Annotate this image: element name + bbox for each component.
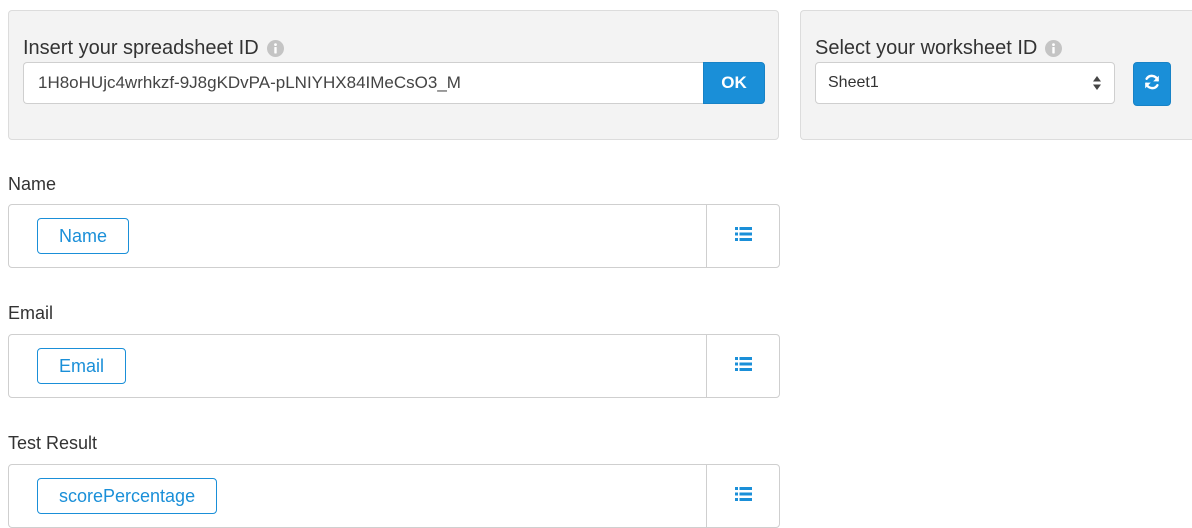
field-tag-name[interactable]: Name (37, 218, 130, 254)
field-label-name: Name (8, 174, 57, 194)
list-icon (734, 486, 752, 506)
list-icon (734, 356, 752, 376)
spreadsheet-label: Insert your spreadsheet ID (23, 37, 284, 60)
field-input-name[interactable]: Name (9, 205, 706, 267)
ok-button[interactable]: OK (703, 62, 765, 104)
field-row-email: Email (8, 334, 780, 398)
info-icon[interactable] (266, 40, 284, 57)
field-label-email: Email (8, 303, 54, 323)
info-icon[interactable] (1045, 40, 1063, 57)
field-list-button-email[interactable] (706, 334, 780, 398)
list-icon (734, 226, 752, 246)
worksheet-select[interactable]: Sheet1 (815, 62, 1115, 104)
field-list-button-test-result[interactable] (706, 464, 780, 528)
worksheet-label-text: Select your worksheet ID (815, 37, 1038, 59)
field-tag-email[interactable]: Email (37, 348, 127, 384)
worksheet-label: Select your worksheet ID (815, 37, 1063, 60)
refresh-button[interactable] (1133, 62, 1171, 106)
spreadsheet-panel: Insert your spreadsheet ID OK (8, 10, 779, 140)
field-input-test-result[interactable]: scorePercentage (9, 465, 706, 527)
field-row-test-result: scorePercentage (8, 464, 780, 528)
field-list-button-name[interactable] (706, 204, 780, 268)
spreadsheet-id-input[interactable] (23, 62, 704, 104)
field-input-email[interactable]: Email (9, 335, 706, 397)
refresh-icon (1143, 73, 1161, 96)
spreadsheet-label-text: Insert your spreadsheet ID (23, 37, 259, 59)
worksheet-select-value: Sheet1 (828, 74, 879, 91)
field-row-name: Name (8, 204, 780, 268)
field-label-test-result: Test Result (8, 433, 98, 453)
select-arrows-icon (1092, 75, 1102, 91)
field-tag-score-percentage[interactable]: scorePercentage (37, 478, 218, 514)
worksheet-panel: Select your worksheet ID Sheet1 (800, 10, 1192, 140)
